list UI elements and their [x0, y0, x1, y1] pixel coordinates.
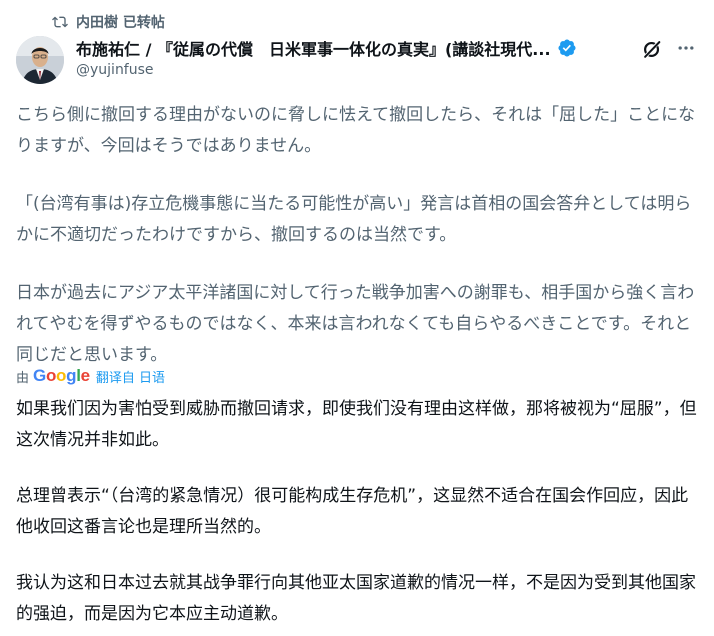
original-paragraph: こちら側に撤回する理由がないのに脅しに怯えて撤回したら、それは「屈した」ことにな… [16, 105, 696, 156]
avatar[interactable] [16, 36, 64, 84]
translation-bar: 由 Google 翻译自 日语 [16, 365, 165, 387]
translation-source-link[interactable]: 翻译自 日语 [96, 367, 165, 386]
more-icon[interactable] [674, 36, 698, 60]
repost-indicator[interactable]: 内田樹 已转帖 [52, 12, 165, 32]
translated-paragraph: 总理曾表示“（台湾的紧急情况）很可能构成生存危机”，这显然不适合在国会作回应，因… [16, 486, 689, 537]
repost-icon [52, 16, 68, 28]
translated-paragraph: 我认为这和日本过去就其战争罪行向其他亚太国家道歉的情况一样，不是因为受到其他国家… [16, 573, 696, 624]
translated-text: 如果我们因为害怕受到威胁而撤回请求，即使我们没有理由这样做，那将被视为“屈服”，… [16, 394, 700, 630]
repost-label: 内田樹 已转帖 [76, 15, 165, 31]
google-logo: Google [33, 366, 90, 385]
avatar-image [16, 36, 64, 84]
author-name[interactable]: 布施祐仁 / 『従属の代償 日米軍事一体化の真実』(講談社現代... [76, 36, 551, 60]
original-paragraph: 「(台湾有事は)存立危機事態に当たる可能性が高い」発言は首相の国会答弁としては明… [16, 194, 692, 245]
verified-badge-icon[interactable] [557, 38, 577, 58]
author-row: 布施祐仁 / 『従属の代償 日米軍事一体化の真実』(講談社現代... [76, 36, 636, 60]
grok-icon[interactable] [641, 38, 663, 60]
author-handle[interactable]: @yujinfuse [76, 62, 154, 78]
original-paragraph: 日本が過去にアジア太平洋諸国に対して行った戦争加害への謝罪も、相手国から強く言わ… [16, 283, 695, 365]
translation-prefix: 由 [16, 370, 30, 386]
translated-paragraph: 如果我们因为害怕受到威胁而撤回请求，即使我们没有理由这样做，那将被视为“屈服”，… [16, 399, 697, 450]
original-text: こちら側に撤回する理由がないのに脅しに怯えて撤回したら、それは「屈した」ことにな… [16, 100, 700, 371]
